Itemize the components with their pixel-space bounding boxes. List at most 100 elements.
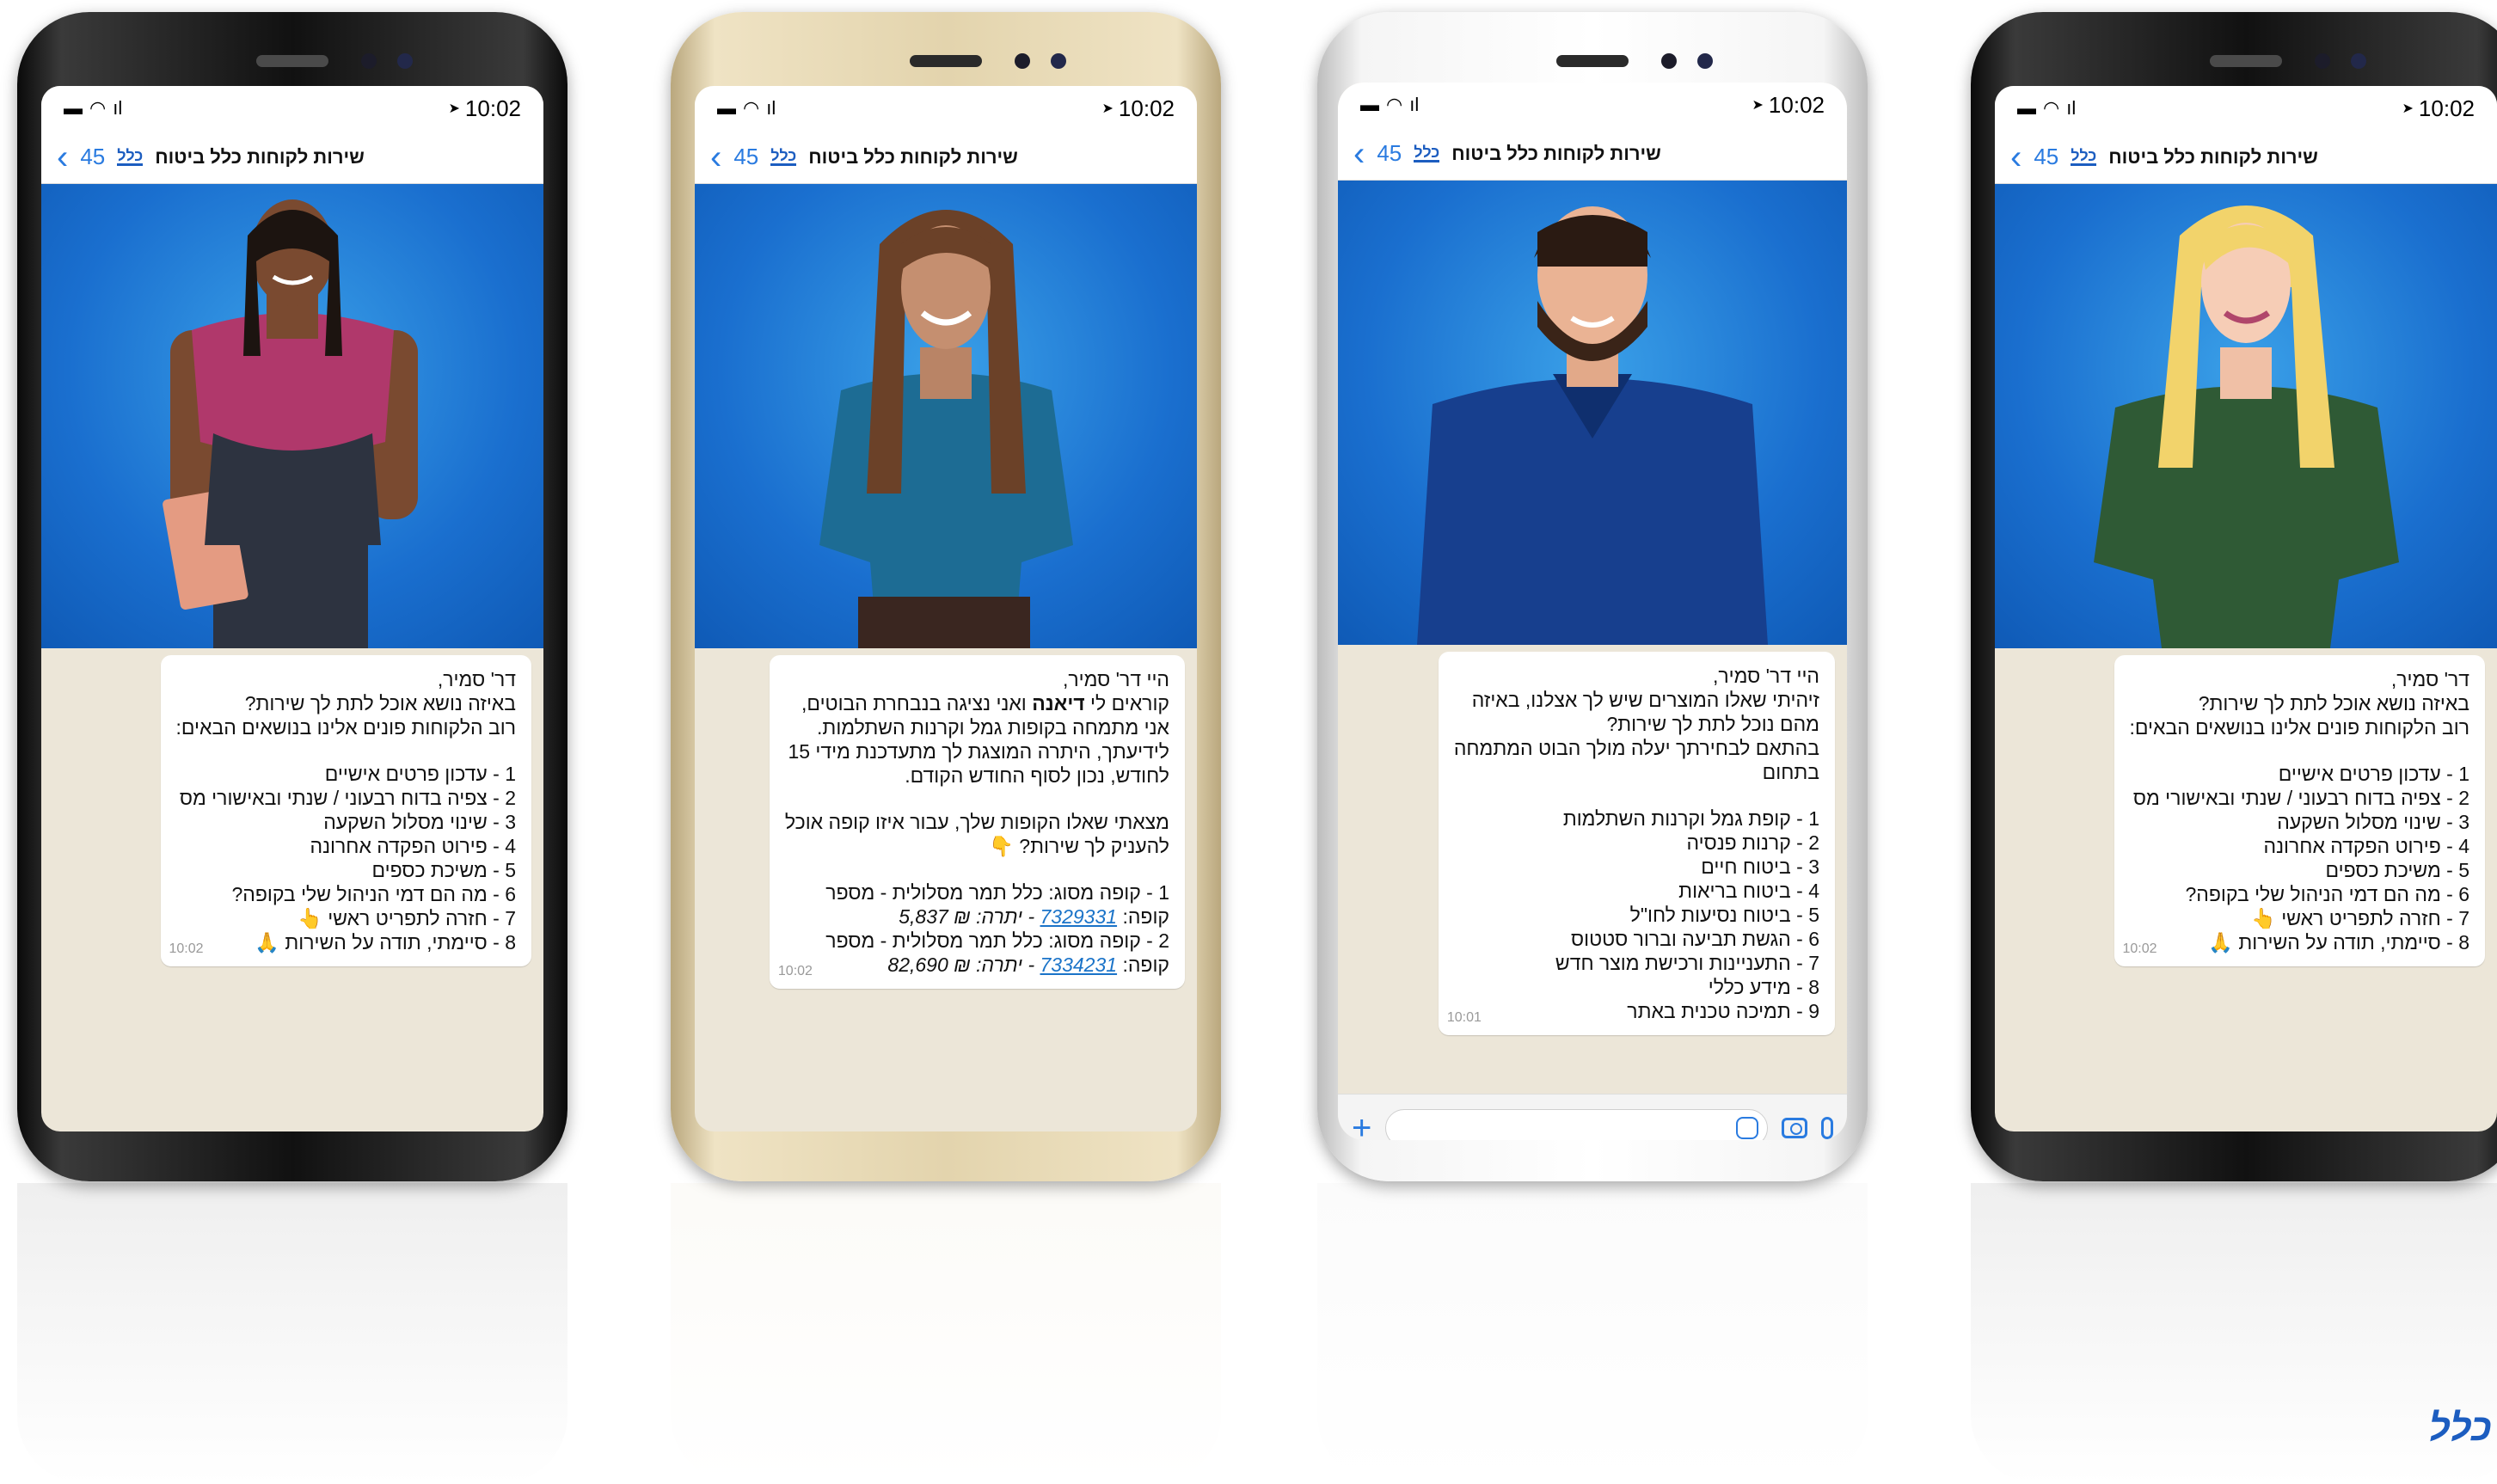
chat-area: דר' סמיר, באיזה נושא אוכל לתת לך שירות? … <box>1995 648 2497 1131</box>
microphone-icon[interactable] <box>1821 1116 1833 1139</box>
status-bar: ▬ ◠ ıl ➤ 10:02 <box>41 86 543 131</box>
battery-icon: ▬ <box>1360 94 1379 115</box>
message-line: דר' סמיר, <box>2390 668 2469 690</box>
message-text: קוראים לי <box>1084 692 1169 714</box>
message-line: בתחום <box>1762 761 1819 783</box>
unread-count[interactable]: 45 <box>733 144 758 170</box>
battery-icon: ▬ <box>2017 97 2036 119</box>
speaker-grille <box>2210 55 2282 67</box>
chat-title[interactable]: שירות לקוחות כלל ביטוח <box>1451 143 1661 165</box>
menu-option[interactable]: 4 - פירוט הפקדה אחרונה <box>176 834 516 858</box>
phone-top-bezel <box>1995 36 2497 86</box>
man-avatar-icon <box>1417 206 1768 645</box>
front-camera <box>1661 53 1677 69</box>
front-camera <box>2315 53 2330 69</box>
menu-option[interactable]: 6 - הגשת תביעה וברור סטטוס <box>1454 927 1819 951</box>
chat-header: ‹ 45 כלל שירות לקוחות כלל ביטוח <box>41 131 543 184</box>
wifi-icon: ◠ <box>743 97 760 119</box>
unread-count[interactable]: 45 <box>1377 140 1402 167</box>
status-bar: ▬ ◠ ıl ➤ 10:02 <box>695 86 1197 131</box>
fund-option-detail: קופה: 7329331 - יתרה: ₪ 5,837 <box>785 905 1169 929</box>
wifi-icon: ◠ <box>1386 94 1403 115</box>
menu-option[interactable]: 4 - פירוט הפקדה אחרונה <box>2130 834 2469 858</box>
message-line: לידיעתך, היתרה המוצגת לך מתעדכנת מידי 15 <box>788 740 1169 763</box>
message-text: ואני נציגה בנבחרת הבוטים, <box>801 692 1033 714</box>
menu-option[interactable]: 8 - סיימתי, תודה על השירות 🙏 <box>2130 930 2469 954</box>
back-chevron-icon[interactable]: ‹ <box>1353 137 1365 171</box>
back-chevron-icon[interactable]: ‹ <box>57 140 68 175</box>
phone-3: ▬ ◠ ıl ➤ 10:02 ‹ 45 כלל שירות לקוחות כלל בי… <box>1317 12 1868 1181</box>
location-icon: ➤ <box>1101 101 1114 116</box>
chat-header: ‹ 45 כלל שירות לקוחות כלל ביטוח <box>1995 131 2497 184</box>
phone-top-bezel <box>41 36 543 86</box>
menu-option[interactable]: 6 - מה הם דמי הניהול שלי בקופה? <box>2130 882 2469 906</box>
message-line: אני מתמחה בקופות גמל וקרנות השתלמות. <box>817 716 1169 739</box>
message-line: באיזה נושא אוכל לתת לך שירות? <box>2198 692 2469 714</box>
menu-option[interactable]: 7 - חזרה לתפריט ראשי 👆 <box>176 906 516 930</box>
message-line: מצאתי שאלו הקופות שלך, עבור איזו קופה או… <box>784 811 1169 833</box>
menu-option[interactable]: 2 - צפיה בדוח רבעוני / שנתי ובאישורי מס <box>176 786 516 810</box>
front-sensor <box>397 53 413 69</box>
menu-option[interactable]: 6 - מה הם דמי הניהול שלי בקופה? <box>176 882 516 906</box>
status-time: 10:02 <box>464 95 521 121</box>
menu-option[interactable]: 7 - התעניינות ורכישת מוצר חדש <box>1454 951 1819 975</box>
message-text: קופה: <box>1117 954 1169 976</box>
signal-icon: ıl <box>766 97 776 119</box>
message-line: רוב הלקוחות פונים אלינו בנושאים הבאים: <box>2129 716 2470 739</box>
fund-option[interactable]: 1 - קופה מסוג: כלל תמר מסלולית - מספר <box>785 880 1169 905</box>
message-time: 10:01 <box>1446 1010 1482 1025</box>
chat-area: דר' סמיר, באיזה נושא אוכל לתת לך שירות? … <box>41 648 543 1131</box>
message-input[interactable] <box>1385 1108 1768 1140</box>
sticker-icon[interactable] <box>1736 1116 1758 1139</box>
signal-icon: ıl <box>113 97 123 119</box>
menu-option[interactable]: 2 - צפיה בדוח רבעוני / שנתי ובאישורי מס <box>2130 786 2469 810</box>
speaker-grille <box>1556 55 1629 67</box>
phone-screen: ▬ ◠ ıl ➤ 10:02 ‹ 45 כלל שירות לקוחות כלל בי… <box>1995 86 2497 1131</box>
message-line: לחודש, נכון לסוף החודש הקודם. <box>905 764 1169 787</box>
attach-plus-icon[interactable]: + <box>1352 1111 1371 1141</box>
menu-option[interactable]: 5 - משיכת כספים <box>176 858 516 882</box>
menu-option[interactable]: 1 - עדכון פרטים אישיים <box>176 762 516 786</box>
menu-option[interactable]: 8 - מידע כללי <box>1454 975 1819 999</box>
menu-option[interactable]: 2 - קרנות פנסיה <box>1454 831 1819 855</box>
camera-icon[interactable] <box>1782 1117 1807 1138</box>
front-sensor <box>2351 53 2366 69</box>
chat-title[interactable]: שירות לקוחות כלל ביטוח <box>808 146 1018 169</box>
bot-message: דר' סמיר, באיזה נושא אוכל לתת לך שירות? … <box>160 655 531 966</box>
menu-option[interactable]: 3 - שינוי מסלול השקעה <box>2130 810 2469 834</box>
menu-option[interactable]: 1 - קופת גמל וקרנות השתלמות <box>1454 806 1819 831</box>
back-chevron-icon[interactable]: ‹ <box>2010 140 2022 175</box>
chat-title[interactable]: שירות לקוחות כלל ביטוח <box>2108 146 2318 169</box>
message-input-bar: + <box>1338 1094 1847 1140</box>
menu-option[interactable]: 9 - תמיכה טכנית באתר <box>1454 999 1819 1023</box>
menu-option[interactable]: 8 - סיימתי, תודה על השירות 🙏 <box>176 930 516 954</box>
chat-area: היי דר' סמיר, קוראים לי דיאנה ואני נציגה… <box>695 648 1197 1131</box>
status-time: 10:02 <box>2418 95 2475 121</box>
corner-brand-logo: כלל <box>2428 1407 2492 1449</box>
speaker-grille <box>256 55 328 67</box>
back-chevron-icon[interactable]: ‹ <box>710 140 721 175</box>
status-time: 10:02 <box>1118 95 1175 121</box>
fund-number-link[interactable]: 7334231 <box>1040 954 1118 976</box>
menu-option[interactable]: 4 - ביטוח בריאות <box>1454 879 1819 903</box>
front-camera <box>361 53 377 69</box>
unread-count[interactable]: 45 <box>2034 144 2058 170</box>
message-line: קוראים לי דיאנה ואני נציגה בנבחרת הבוטים… <box>785 691 1169 715</box>
chat-title[interactable]: שירות לקוחות כלל ביטוח <box>155 146 365 169</box>
menu-option[interactable]: 3 - שינוי מסלול השקעה <box>176 810 516 834</box>
fund-number-link[interactable]: 7329331 <box>1040 905 1118 928</box>
chat-area: היי דר' סמיר, זיהיתי שאלו המוצרים שיש לך… <box>1338 645 1847 1140</box>
menu-option[interactable]: 1 - עדכון פרטים אישיים <box>2130 762 2469 786</box>
menu-option[interactable]: 3 - ביטוח חיים <box>1454 855 1819 879</box>
fund-option[interactable]: 2 - קופה מסוג: כלל תמר מסלולית - מספר <box>785 929 1169 953</box>
menu-option[interactable]: 5 - משיכת כספים <box>2130 858 2469 882</box>
front-sensor <box>1051 53 1066 69</box>
chat-header: ‹ 45 כלל שירות לקוחות כלל ביטוח <box>695 131 1197 184</box>
battery-icon: ▬ <box>717 97 736 119</box>
message-line: להעניק לך שירות? 👇 <box>989 835 1169 857</box>
phone-reflection <box>17 1183 568 1484</box>
unread-count[interactable]: 45 <box>80 144 105 170</box>
phone-screen: ▬ ◠ ıl ➤ 10:02 ‹ 45 כלל שירות לקוחות כלל בי… <box>1338 83 1847 1140</box>
menu-option[interactable]: 7 - חזרה לתפריט ראשי 👆 <box>2130 906 2469 930</box>
menu-option[interactable]: 5 - ביטוח נסיעות לחו"ל <box>1454 903 1819 927</box>
